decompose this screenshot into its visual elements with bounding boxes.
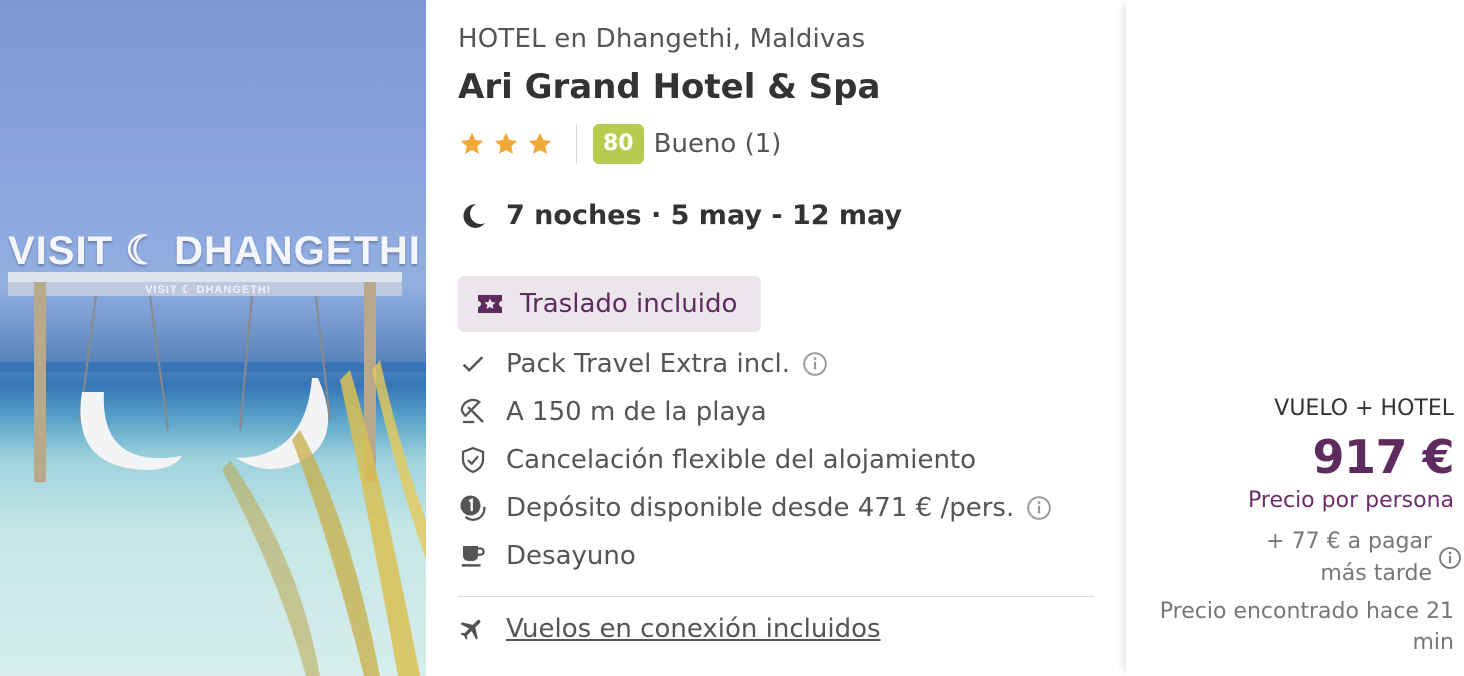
star-rating (458, 130, 554, 158)
review-score-badge[interactable]: 80 (593, 124, 644, 164)
extra-payment-text: + 77 € a pagar más tarde (1266, 529, 1432, 586)
price-panel[interactable]: VUELO + HOTEL 917 € Precio por persona +… (1126, 0, 1464, 676)
ticket-star-icon (478, 295, 502, 313)
hotel-name[interactable]: Ari Grand Hotel & Spa (458, 67, 880, 107)
star-icon (528, 132, 552, 154)
plane-icon (460, 619, 481, 640)
info-icon[interactable] (802, 351, 828, 377)
coffee-cup-icon (461, 546, 485, 567)
list-item: Cancelación flexible del alojamiento (458, 436, 1052, 484)
feature-label: Depósito disponible desde 471 € /pers. (506, 493, 1015, 523)
hotel-photo[interactable]: VISIT ☾ DHANGETHI VISIT ☾ DHANGETHI (0, 0, 426, 676)
deposit-icon (460, 495, 486, 521)
flights-row: Vuelos en conexión incluidos (458, 614, 881, 644)
section-divider (458, 596, 1094, 597)
info-icon[interactable] (1438, 546, 1462, 570)
feature-label: Desayuno (506, 541, 636, 571)
list-item: Depósito disponible desde 471 € /pers. (458, 484, 1052, 532)
review-score-label[interactable]: Bueno (1) (654, 129, 782, 159)
stay-dates: 7 noches · 5 may - 12 may (458, 200, 902, 231)
extra-payment: + 77 € a pagar más tarde (1202, 526, 1462, 590)
star-icon (494, 132, 518, 154)
hotel-result-card[interactable]: VISIT ☾ DHANGETHI VISIT ☾ DHANGETHI HOTE… (0, 0, 1464, 676)
photo-subsign-text: VISIT ☾ DHANGETHI (145, 284, 271, 296)
feature-label: A 150 m de la playa (506, 397, 767, 427)
photo-sign-text: VISIT ☾ DHANGETHI (8, 229, 421, 273)
shield-check-icon (461, 446, 485, 474)
stay-dates-text: 7 noches · 5 may - 12 may (506, 200, 903, 231)
hotel-info: HOTEL en Dhangethi, Maldivas Ari Grand H… (426, 0, 1126, 676)
check-icon (462, 356, 484, 373)
list-item: A 150 m de la playa (458, 388, 1052, 436)
transfer-included-badge: Traslado incluido (458, 276, 761, 332)
price-found-timestamp: Precio encontrado hace 21 min (1159, 599, 1454, 655)
photo-scene (0, 272, 426, 676)
beach-umbrella-icon (460, 398, 484, 424)
rating-row: 80 Bueno (1) (458, 122, 781, 166)
flights-included-link[interactable]: Vuelos en conexión incluidos (506, 614, 881, 644)
feature-label: Pack Travel Extra incl. (506, 349, 790, 379)
feature-list: Pack Travel Extra incl. A 150 m de la pl… (458, 340, 1052, 580)
price-amount: 917 € (1312, 430, 1454, 484)
rating-divider (576, 124, 577, 164)
price-per-person-label: Precio por persona (1248, 488, 1454, 513)
transfer-label: Traslado incluido (520, 289, 738, 319)
moon-icon (463, 203, 485, 228)
info-icon[interactable] (1026, 495, 1052, 521)
hotel-location: HOTEL en Dhangethi, Maldivas (458, 24, 866, 54)
list-item: Desayuno (458, 532, 1052, 580)
list-item: Pack Travel Extra incl. (458, 340, 1052, 388)
package-type-label: VUELO + HOTEL (1274, 396, 1454, 421)
feature-label: Cancelación flexible del alojamiento (506, 445, 977, 475)
star-icon (460, 132, 484, 154)
